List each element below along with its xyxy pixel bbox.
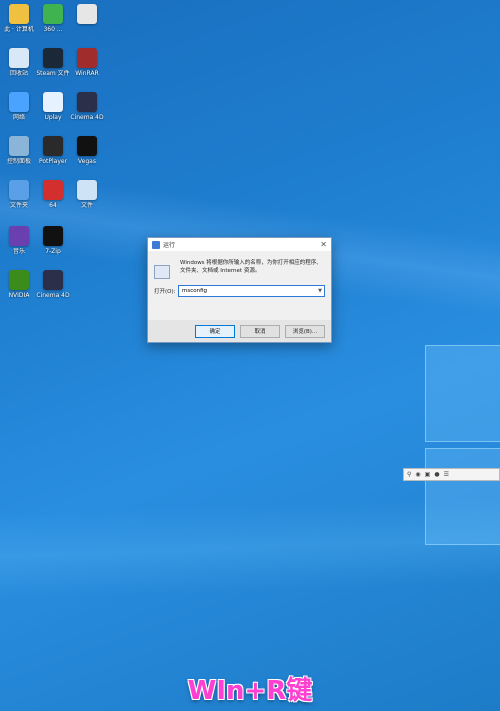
browse-button[interactable]: 浏览(B)... [285, 324, 325, 338]
desktop-icon-label: 文件夹 [9, 202, 28, 209]
folder-icon [9, 180, 29, 200]
desktop-icon[interactable]: Steam 文件 [34, 48, 72, 77]
desktop-icon-label: Cinema 4D [70, 114, 104, 121]
desktop-icon[interactable]: 音乐 [0, 226, 38, 255]
desktop-icon-label: WinRAR [75, 70, 99, 77]
sevenzip-icon [43, 226, 63, 246]
desktop-icon-label: 360 ... [43, 26, 63, 33]
desktop-icon-label: 网络 [12, 114, 25, 121]
steam-icon [43, 48, 63, 68]
run-icon [152, 240, 160, 249]
open-label: 打开(O): [154, 289, 176, 295]
menu-icon[interactable]: ☰ [444, 471, 449, 478]
desktop-icon-label: 音乐 [12, 248, 25, 255]
run-dialog-description: Windows 将根据你所输入的名称，为你打开相应的程序、文件夹、文档或 Int… [180, 260, 322, 274]
desktop-icon[interactable]: PotPlayer [34, 136, 72, 165]
desktop-icon[interactable]: 360 ... [34, 4, 72, 33]
this-pc-icon [9, 4, 29, 24]
desktop-icon-label: NVIDIA [8, 292, 30, 299]
ok-button[interactable]: 确定 [195, 324, 235, 338]
desktop-icon[interactable]: NVIDIA [0, 270, 38, 299]
desktop-icon[interactable]: Cinema 4D [34, 270, 72, 299]
desktop-icon-label: Cinema 4D [36, 292, 70, 299]
desktop-icon[interactable]: 文件夹 [0, 180, 38, 209]
desktop-icon[interactable]: 此 · 计算机 [0, 4, 38, 33]
file-icon [77, 4, 97, 24]
cinema4d-icon [77, 92, 97, 112]
desktop-icon[interactable]: WinRAR [68, 48, 106, 77]
mic-icon[interactable]: ● [434, 471, 439, 478]
windows-logo-pane-bottom [425, 448, 500, 545]
close-icon[interactable]: ✕ [320, 240, 327, 249]
windows-logo-pane-top [425, 345, 500, 442]
desktop-icon-label: 回收站 [9, 70, 28, 77]
nvidia-icon [9, 270, 29, 290]
desktop-icon-label: Uplay [44, 114, 62, 121]
media-player-icon [43, 136, 63, 156]
run-dialog-buttons: 确定 取消 浏览(B)... [148, 320, 331, 342]
desktop-icon-label: 7-Zip [45, 248, 61, 255]
record-icon[interactable]: ◉ [415, 471, 420, 478]
desktop-icon[interactable]: 控制面板 [0, 136, 38, 165]
chevron-down-icon[interactable]: ▼ [316, 288, 324, 294]
desktop-icon-label: 控制面板 [6, 158, 31, 165]
desktop-icon-label: 文件 [80, 202, 93, 209]
control-panel-icon [9, 136, 29, 156]
app-icon [43, 4, 63, 24]
desktop-icon[interactable]: Cinema 4D [68, 92, 106, 121]
run-dialog-title: 运行 [163, 242, 176, 249]
document-icon [77, 180, 97, 200]
caption-text: WIn+R键 [187, 676, 313, 706]
desktop-icon[interactable]: 网络 [0, 92, 38, 121]
floating-toolbar[interactable]: ⚲ ◉ ▣ ● ☰ [403, 468, 500, 481]
run-dialog-body: Windows 将根据你所输入的名称，为你打开相应的程序、文件夹、文档或 Int… [148, 251, 331, 305]
desktop: 此 · 计算机 360 ... 回收站 Steam 文件 WinRAR 网络 Uplay Ci… [0, 0, 500, 711]
uplay-icon [43, 92, 63, 112]
open-row: 打开(O): msconfig ▼ [154, 285, 325, 297]
cancel-button[interactable]: 取消 [240, 324, 280, 338]
camera-icon[interactable]: ▣ [425, 471, 431, 478]
desktop-icon[interactable]: Vegas [68, 136, 106, 165]
link-icon[interactable]: ⚲ [407, 471, 411, 478]
desktop-icon[interactable]: 64 [34, 180, 72, 209]
music-icon [9, 226, 29, 246]
desktop-icon[interactable]: Uplay [34, 92, 72, 121]
winrar-icon [77, 48, 97, 68]
vegas-icon [77, 136, 97, 156]
desktop-icon-label: PotPlayer [38, 158, 68, 165]
open-input[interactable]: msconfig ▼ [178, 285, 325, 297]
desktop-icon[interactable]: 文件 [68, 180, 106, 209]
desktop-icon[interactable]: 7-Zip [34, 226, 72, 255]
cinema4d-icon [43, 270, 63, 290]
run-dialog-titlebar[interactable]: 运行 ✕ [148, 238, 331, 251]
desktop-icon[interactable] [68, 4, 106, 26]
desktop-icon-label: Steam 文件 [36, 70, 70, 77]
open-input-value: msconfig [182, 288, 208, 294]
recycle-bin-icon [9, 48, 29, 68]
desktop-icon-label: 此 · 计算机 [4, 26, 34, 33]
desktop-icon[interactable]: 回收站 [0, 48, 38, 77]
run-dialog: 运行 ✕ Windows 将根据你所输入的名称，为你打开相应的程序、文件夹、文档… [147, 237, 332, 343]
network-icon [9, 92, 29, 112]
desktop-icon-label: Vegas [78, 158, 96, 165]
run-program-icon [154, 265, 170, 279]
app64-icon [43, 180, 63, 200]
desktop-icon-label: 64 [49, 202, 57, 209]
